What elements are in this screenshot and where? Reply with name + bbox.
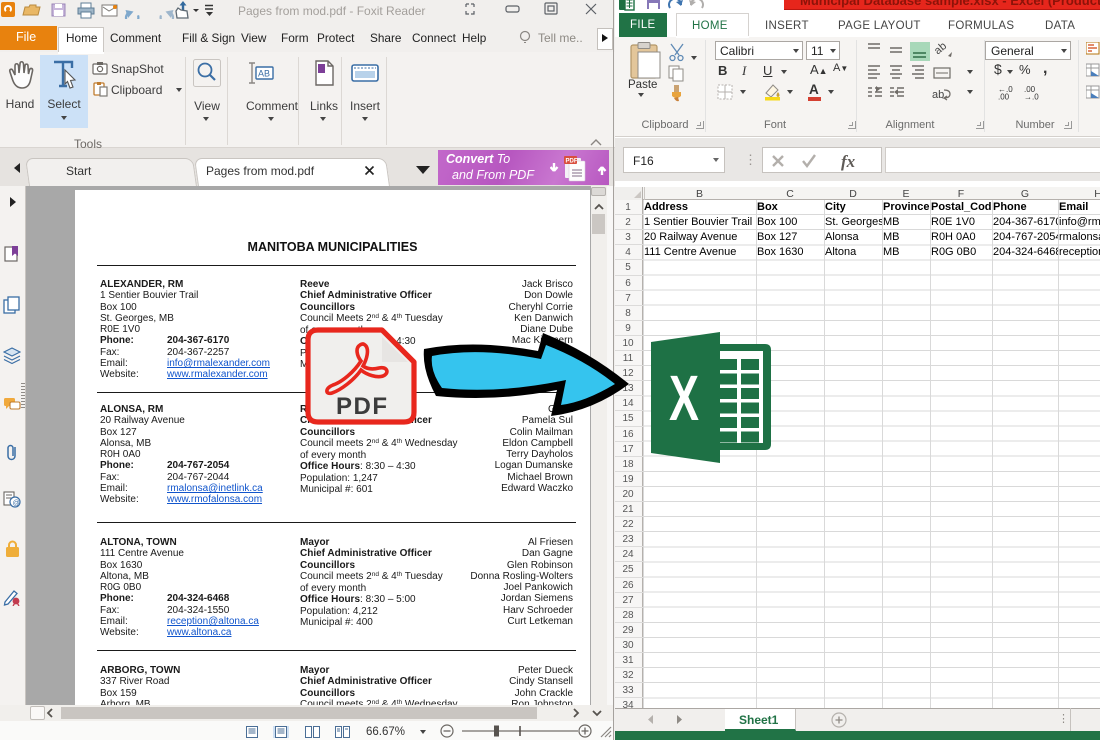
svg-text:ab: ab [932,42,949,57]
svg-text:→.0: →.0 [1024,93,1039,101]
svg-text:ab: ab [932,89,944,101]
svg-text:fx: fx [841,152,856,171]
svg-text:.00: .00 [998,93,1010,101]
svg-text:@: @ [13,500,20,507]
svg-text:PDF: PDF [566,159,578,165]
svg-text:AB: AB [258,69,270,79]
